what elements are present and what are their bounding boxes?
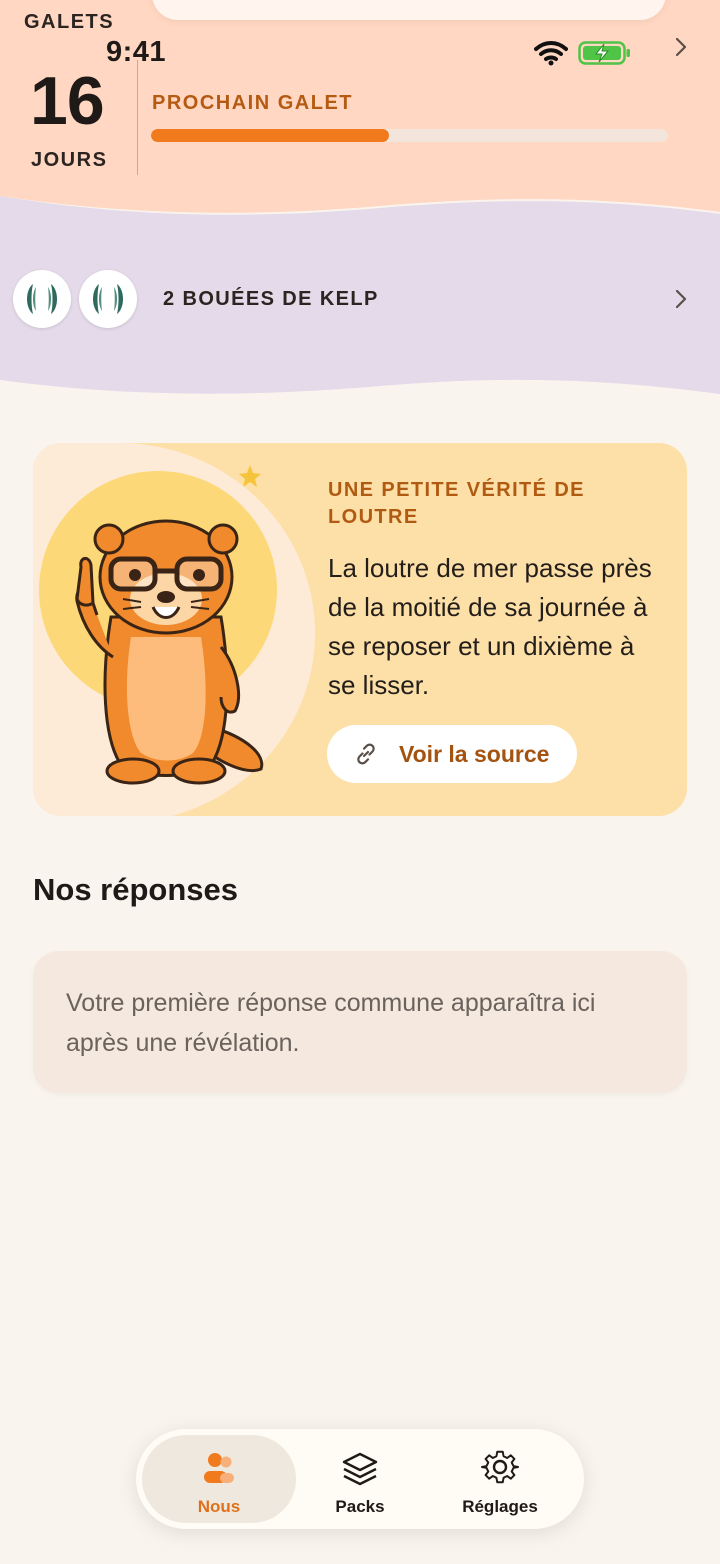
answers-title: Nos réponses: [33, 872, 239, 907]
fact-kicker: UNE PETITE VÉRITÉ DE LOUTRE: [328, 479, 585, 528]
tab-nous-label: Nous: [197, 1497, 241, 1516]
people-icon: [204, 1453, 234, 1483]
streak-label: GALETS: [24, 11, 115, 33]
fact-body: La loutre de mer passe près de la moitié…: [328, 553, 652, 700]
gear-icon: [481, 1450, 519, 1484]
otter-fact-card: UNE PETITE VÉRITÉ DE LOUTRE La loutre de…: [33, 443, 687, 816]
tab-packs[interactable]: Packs: [290, 1435, 430, 1523]
star-icon: [239, 465, 261, 487]
view-source-label: Voir la source: [399, 740, 550, 767]
wifi-icon: [534, 41, 568, 66]
next-pebble-label: PROCHAIN GALET: [152, 92, 353, 114]
layers-icon: [342, 1452, 378, 1486]
status-indicators: [534, 38, 634, 66]
pebble-strip: [152, 0, 666, 20]
kelp-buoy-icon: [13, 270, 71, 328]
otter-with-glasses-icon: [75, 519, 264, 785]
streak-count: 16: [30, 63, 105, 139]
next-pebble-progress: [151, 129, 668, 142]
answers-empty-text: Votre première réponse commune apparaîtr…: [66, 989, 596, 1057]
kelp-buoys-label: 2 BOUÉES DE KELP: [163, 288, 379, 310]
view-source-button[interactable]: Voir la source: [327, 725, 577, 783]
tab-reglages[interactable]: Réglages: [430, 1435, 570, 1523]
kelp-buoy-icon: [79, 270, 137, 328]
tab-nous[interactable]: Nous: [142, 1435, 296, 1523]
tab-packs-label: Packs: [335, 1497, 385, 1516]
link-icon: [357, 743, 375, 765]
kelp-buoys-row[interactable]: 2 BOUÉES DE KELP: [0, 190, 720, 420]
chevron-right-icon[interactable]: [674, 288, 688, 310]
answers-empty-state: Votre première réponse commune apparaîtr…: [33, 951, 687, 1093]
next-pebble-progress-fill: [151, 129, 389, 142]
streak-divider: [137, 60, 138, 175]
streak-unit: JOURS: [31, 149, 108, 171]
bottom-tab-bar: Nous Packs Réglages: [136, 1429, 584, 1529]
chevron-right-icon[interactable]: [674, 36, 688, 58]
battery-charging-icon: [578, 41, 630, 65]
tab-reglages-label: Réglages: [462, 1497, 538, 1516]
